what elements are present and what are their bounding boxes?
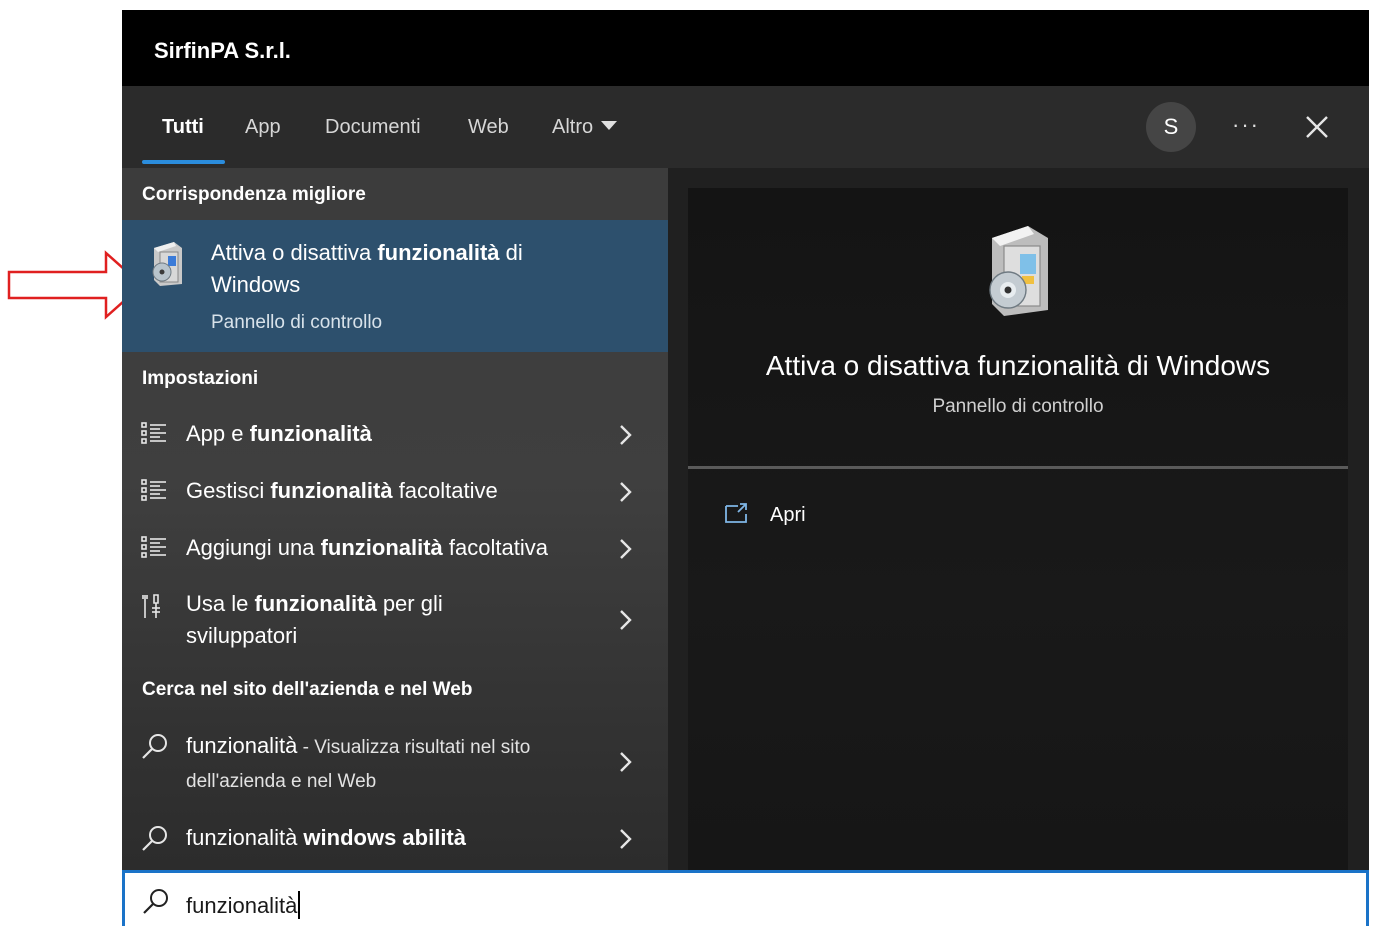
windows-features-icon xyxy=(989,226,1048,316)
search-icon xyxy=(143,889,168,914)
best-match-title-post: di xyxy=(499,240,523,265)
preview-subtitle: Pannello di controllo xyxy=(932,396,1104,417)
organization-title: SirfinPA S.r.l. xyxy=(154,38,291,63)
user-avatar[interactable]: S xyxy=(1146,102,1196,152)
settings-item-label-pre: Gestisci xyxy=(186,478,271,503)
chevron-right-icon xyxy=(620,482,632,502)
preview-panel: Attiva o disattiva funzionalità di Windo… xyxy=(688,188,1348,870)
chevron-right-icon xyxy=(620,610,632,630)
tab-bar: Tutti App Documenti Web Altro S ··· xyxy=(122,86,1369,168)
chevron-right-icon xyxy=(620,425,632,445)
developer-tools-icon xyxy=(142,594,160,618)
chevron-right-icon xyxy=(620,752,632,772)
tab-app[interactable]: App xyxy=(245,116,281,139)
settings-item-label-bold: funzionalità xyxy=(249,421,372,446)
settings-item-label-pre: App e xyxy=(186,421,250,446)
list-settings-icon xyxy=(141,479,166,501)
search-box[interactable]: funzionalità xyxy=(122,870,1369,926)
caret-down-icon xyxy=(601,121,618,130)
web-suggestion-item[interactable]: funzionalità windows abilità xyxy=(122,814,668,864)
best-match-title: Attiva o disattiva funzionalità di xyxy=(211,240,523,266)
tab-web[interactable]: Web xyxy=(468,116,509,139)
settings-item-label-post: facoltative xyxy=(392,478,498,503)
settings-item-label-post: per gli xyxy=(376,591,443,616)
settings-item-label-line2: sviluppatori xyxy=(186,623,298,648)
active-tab-indicator xyxy=(142,160,225,164)
best-match-title-bold: funzionalità xyxy=(377,240,500,265)
settings-heading: Impostazioni xyxy=(142,368,259,389)
settings-item-label-pre: Usa le xyxy=(186,591,255,616)
title-bar: SirfinPA S.r.l. xyxy=(122,10,1369,86)
results-panel: Corrispondenza migliore Attiva o disatti… xyxy=(122,168,668,870)
tab-altro[interactable]: Altro xyxy=(552,116,618,139)
web-result-description: - Visualizza risultati nel sito xyxy=(297,737,531,758)
settings-item-label: App e funzionalità xyxy=(186,418,606,450)
best-match-subtitle: Pannello di controllo xyxy=(211,312,383,333)
text-cursor xyxy=(298,891,301,919)
search-input[interactable]: funzionalità xyxy=(186,891,301,919)
close-icon[interactable] xyxy=(1302,112,1332,142)
preview-title: Attiva o disattiva funzionalità di Windo… xyxy=(765,350,1271,381)
tab-documenti[interactable]: Documenti xyxy=(325,116,421,139)
chevron-right-icon xyxy=(620,829,632,849)
search-icon xyxy=(142,734,167,759)
search-icon xyxy=(142,826,167,851)
settings-item-app-e-funzionalita[interactable]: App e funzionalità xyxy=(122,408,668,464)
web-result-label: funzionalità - Visualizza risultati nel … xyxy=(186,730,606,798)
chevron-right-icon xyxy=(620,539,632,559)
best-match-title-line2: Windows xyxy=(211,272,301,297)
settings-item-label: Usa le funzionalità per gli sviluppatori xyxy=(186,588,606,652)
search-window: SirfinPA S.r.l. Tutti App Documenti Web … xyxy=(122,10,1369,926)
list-settings-icon xyxy=(141,422,166,444)
settings-item-gestisci-funzionalita[interactable]: Gestisci funzionalità facoltative xyxy=(122,465,668,521)
settings-item-label-post: facoltativa xyxy=(442,535,548,560)
web-result-query: funzionalità xyxy=(186,733,298,758)
tab-tutti[interactable]: Tutti xyxy=(162,116,204,139)
screenshot-root: SirfinPA S.r.l. Tutti App Documenti Web … xyxy=(0,0,1373,926)
list-settings-icon xyxy=(141,536,166,558)
settings-item-label-bold: funzionalità xyxy=(320,535,443,560)
settings-item-label: Aggiungi una funzionalità facoltativa xyxy=(186,532,606,564)
settings-item-sviluppatori[interactable]: Usa le funzionalità per gli sviluppatori xyxy=(122,580,668,656)
web-result-item[interactable]: funzionalità - Visualizza risultati nel … xyxy=(122,720,668,800)
more-options-icon[interactable]: ··· xyxy=(1232,112,1260,138)
windows-features-icon xyxy=(152,242,182,286)
best-match-heading: Corrispondenza migliore xyxy=(142,184,366,205)
tab-altro-label: Altro xyxy=(552,116,594,138)
web-suggestion-label: funzionalità windows abilità xyxy=(186,822,606,854)
web-suggestion-bold: windows abilità xyxy=(303,825,466,850)
settings-item-label: Gestisci funzionalità facoltative xyxy=(186,475,606,507)
search-input-value: funzionalità xyxy=(186,893,298,918)
settings-item-label-bold: funzionalità xyxy=(270,478,393,503)
web-result-description-line2: dell'azienda e nel Web xyxy=(186,771,377,792)
best-match-item[interactable]: Attiva o disattiva funzionalità di Windo… xyxy=(122,220,668,352)
open-action-label[interactable]: Apri xyxy=(770,504,806,527)
web-search-heading: Cerca nel sito dell'azienda e nel Web xyxy=(142,679,473,700)
open-icon[interactable] xyxy=(724,502,750,524)
web-suggestion-pre: funzionalità xyxy=(186,825,304,850)
preview-divider xyxy=(688,466,1348,469)
settings-item-label-pre: Aggiungi una xyxy=(186,535,321,560)
best-match-title-pre: Attiva o disattiva xyxy=(211,240,378,265)
settings-item-aggiungi-funzionalita[interactable]: Aggiungi una funzionalità facoltativa xyxy=(122,522,668,578)
settings-item-label-bold: funzionalità xyxy=(254,591,377,616)
